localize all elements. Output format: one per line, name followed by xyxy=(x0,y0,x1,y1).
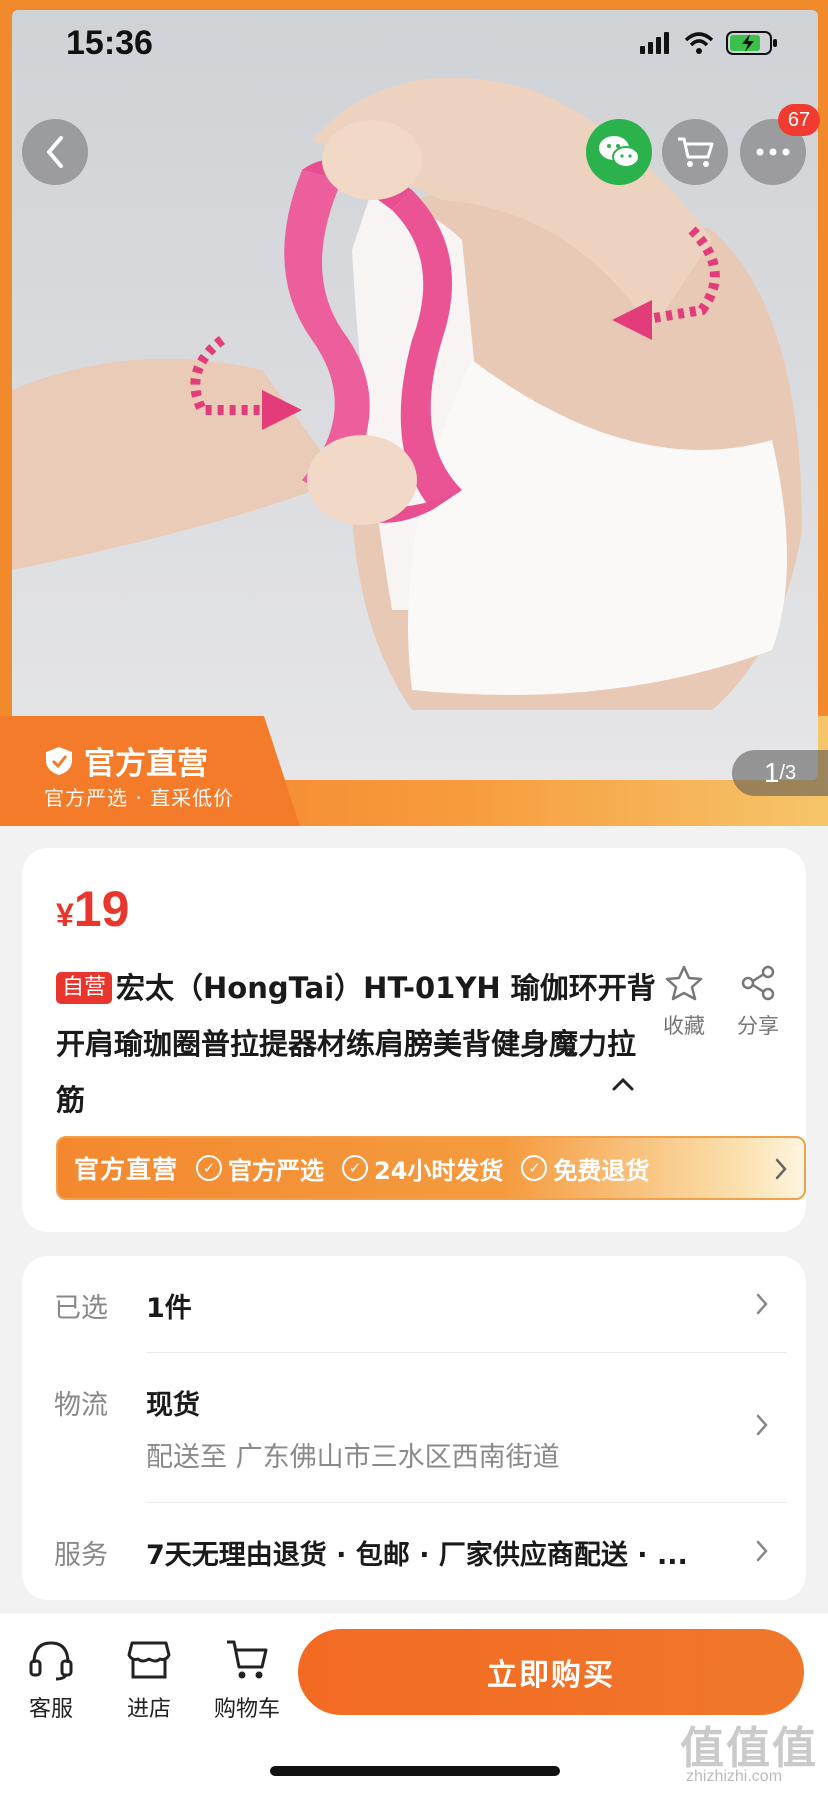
cart-label: 购物车 xyxy=(213,1697,280,1722)
page-current: 1 xyxy=(763,757,780,788)
chevron-right-icon xyxy=(756,1540,768,1562)
favorite-button[interactable]: 收藏 xyxy=(654,964,714,1040)
wechat-share-button[interactable] xyxy=(586,119,652,185)
service-item-label: 24小时发货 xyxy=(374,1156,504,1185)
service-row[interactable]: 服务 7天无理由退货 · 包邮 · 厂家供应商配送 · ... xyxy=(22,1503,806,1599)
cart-button[interactable]: 购物车 xyxy=(202,1637,292,1723)
cart-icon xyxy=(227,1640,268,1679)
product-title: 宏太（HongTai）HT-01YH 瑜伽环开背开肩瑜珈圈普拉提器材练肩膀美背健… xyxy=(56,971,656,1117)
service-label: 服务 xyxy=(54,1540,108,1571)
image-page-indicator: 1/3 xyxy=(732,750,828,796)
chevron-right-icon xyxy=(775,1158,787,1180)
service-guarantee-bar[interactable]: 官方直营 ✓ 官方严选 ✓ 24小时发货 ✓ 免费退货 xyxy=(56,1136,806,1200)
chevron-left-icon xyxy=(47,136,63,168)
self-operated-tag: 自营 xyxy=(56,972,113,1004)
service-item: ✓ 24小时发货 xyxy=(342,1151,503,1186)
wechat-icon xyxy=(599,136,640,168)
price-symbol: ¥ xyxy=(56,897,74,933)
check-circle-icon: ✓ xyxy=(342,1155,369,1181)
product-info-card: 已选 1件 物流 现货 配送至 广东佛山市三水区西南街道 服务 7天无理由退货 … xyxy=(22,1256,806,1600)
service-item: ✓ 免费退货 xyxy=(521,1151,649,1186)
header-cart-button[interactable] xyxy=(662,119,728,185)
price-value: 19 xyxy=(73,881,130,937)
status-time: 15:36 xyxy=(66,24,153,62)
service-item-label: 免费退货 xyxy=(553,1156,650,1185)
wifi-icon xyxy=(684,32,714,54)
product-card: ¥19 自营 宏太（HongTai）HT-01YH 瑜伽环开背开肩瑜珈圈普拉提器材… xyxy=(22,848,806,1232)
status-icons xyxy=(640,30,778,56)
official-tag-title: 官方直营 xyxy=(84,746,208,782)
shield-check-icon xyxy=(46,746,72,775)
service-value: 7天无理由退货 · 包邮 · 厂家供应商配送 · ... xyxy=(146,1540,688,1571)
share-button[interactable]: 分享 xyxy=(728,964,788,1040)
back-button[interactable] xyxy=(22,119,88,185)
more-dots-icon xyxy=(756,148,790,156)
selected-value: 1件 xyxy=(146,1293,192,1324)
price: ¥19 xyxy=(56,880,129,938)
check-circle-icon: ✓ xyxy=(521,1155,548,1181)
logistics-value: 现货 xyxy=(146,1390,200,1421)
star-icon xyxy=(665,965,703,1001)
buy-now-button[interactable]: 立即购买 xyxy=(298,1629,804,1715)
customer-service-label: 客服 xyxy=(28,1697,73,1722)
page-total: /3 xyxy=(779,761,797,784)
logistics-row[interactable]: 物流 现货 配送至 广东佛山市三水区西南街道 xyxy=(22,1353,806,1501)
delivery-address: 配送至 广东佛山市三水区西南街道 xyxy=(146,1442,560,1473)
product-image-carousel[interactable]: 15:36 67 官方直营 官方严选 · 直采低价 1 /3 xyxy=(0,0,828,826)
watermark-logo: 值值值 xyxy=(680,1723,818,1774)
logistics-label: 物流 xyxy=(54,1390,108,1421)
customer-service-button[interactable]: 客服 xyxy=(6,1637,96,1723)
share-icon xyxy=(741,965,775,1001)
service-item: ✓ 官方严选 xyxy=(196,1151,324,1186)
signal-icon xyxy=(640,32,669,54)
watermark-url: zhizhizhi.com xyxy=(686,1768,783,1785)
battery-icon xyxy=(726,31,777,55)
selected-label: 已选 xyxy=(54,1293,108,1324)
service-bar-title: 官方直营 xyxy=(74,1155,179,1184)
chevron-right-icon xyxy=(756,1293,768,1315)
status-bar: 15:36 xyxy=(0,0,828,88)
store-icon xyxy=(127,1641,171,1679)
home-indicator[interactable] xyxy=(270,1766,560,1776)
service-item-label: 官方严选 xyxy=(228,1156,325,1185)
product-title-block: 自营 宏太（HongTai）HT-01YH 瑜伽环开背开肩瑜珈圈普拉提器材练肩膀美… xyxy=(56,960,656,1128)
notification-badge: 67 xyxy=(778,104,820,136)
official-tag: 官方直营 xyxy=(44,738,208,783)
cart-icon xyxy=(678,137,714,167)
favorite-label: 收藏 xyxy=(663,1014,705,1038)
selected-row[interactable]: 已选 1件 xyxy=(22,1256,806,1352)
chevron-right-icon xyxy=(756,1414,768,1436)
store-button[interactable]: 进店 xyxy=(104,1637,194,1723)
check-circle-icon: ✓ xyxy=(196,1155,223,1181)
store-label: 进店 xyxy=(126,1697,171,1722)
official-tag-subtitle: 官方严选 · 直采低价 xyxy=(44,786,235,810)
share-label: 分享 xyxy=(737,1014,779,1038)
collapse-chevron-up-icon[interactable] xyxy=(608,1070,638,1100)
headset-icon xyxy=(29,1641,73,1681)
